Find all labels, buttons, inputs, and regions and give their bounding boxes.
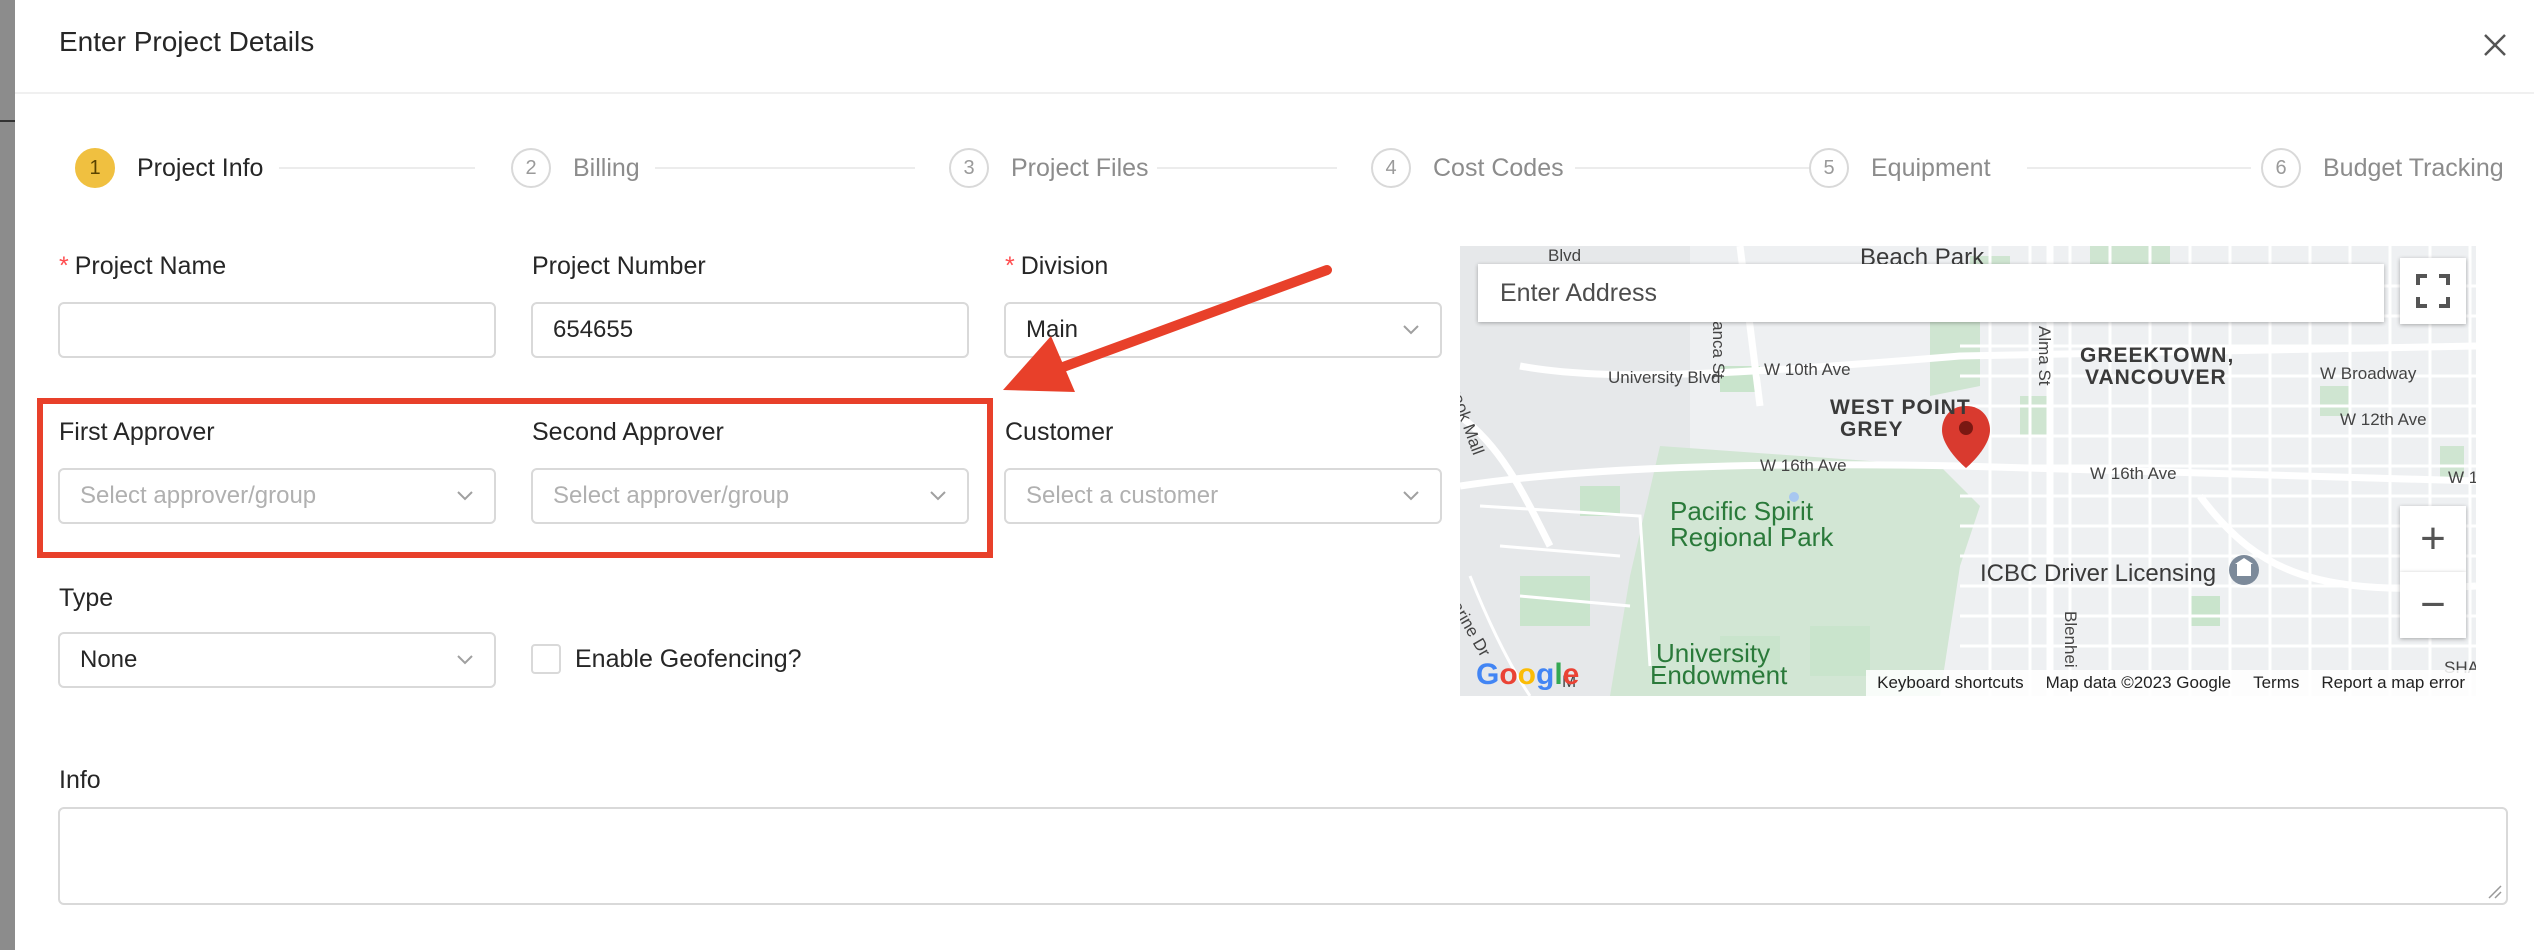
- customer-placeholder: Select a customer: [1026, 482, 1219, 509]
- step-label: Equipment: [1871, 153, 1991, 182]
- modal-title: Enter Project Details: [59, 26, 315, 57]
- report-map-error-link[interactable]: Report a map error: [2321, 673, 2465, 693]
- step-number: 3: [949, 148, 989, 188]
- project-name-label-text: Project Name: [74, 252, 227, 280]
- geofencing-checkbox[interactable]: [531, 644, 561, 674]
- map-footer: Keyboard shortcuts Map data ©2023 Google…: [1866, 670, 2476, 696]
- step-label: Billing: [573, 153, 640, 182]
- keyboard-shortcuts-link[interactable]: Keyboard shortcuts: [1877, 673, 2023, 693]
- step-budget-tracking[interactable]: 6 Budget Tracking: [2261, 146, 2504, 190]
- map-data-attribution: Map data ©2023 Google: [2045, 673, 2232, 692]
- step-number: 4: [1371, 148, 1411, 188]
- map-place-label: VANCOUVER: [2085, 366, 2227, 389]
- map-address-input[interactable]: Enter Address: [1478, 264, 2384, 322]
- type-label: Type: [59, 584, 114, 612]
- required-mark: *: [59, 252, 69, 280]
- step-equipment[interactable]: 5 Equipment: [1809, 146, 1991, 190]
- step-cost-codes[interactable]: 4 Cost Codes: [1371, 146, 1564, 190]
- modal-header: Enter Project Details: [15, 0, 2534, 94]
- map-street-label: W 16: [2448, 468, 2476, 487]
- zoom-in-icon: +: [2420, 514, 2446, 563]
- step-connector: [1157, 167, 1337, 169]
- map-street-label: W Broadway: [2320, 364, 2417, 383]
- geofencing-label[interactable]: Enable Geofencing?: [575, 645, 802, 674]
- map-place-label: Endowment: [1650, 660, 1788, 690]
- map-street-label: Alma St: [2035, 326, 2054, 386]
- map-address-placeholder: Enter Address: [1500, 278, 1658, 307]
- step-label: Cost Codes: [1433, 153, 1564, 182]
- map-place-label: ICBC Driver Licensing: [1980, 560, 2217, 587]
- map-place-label: Regional Park: [1670, 522, 1834, 552]
- map-place-label: GREEKTOWN,: [2080, 344, 2235, 367]
- resize-handle-icon[interactable]: [2486, 883, 2502, 899]
- zoom-out-button[interactable]: −: [2400, 572, 2466, 638]
- customer-label: Customer: [1005, 418, 1114, 446]
- google-logo: Google: [1476, 658, 1580, 691]
- project-name-label: * Project Name: [59, 252, 226, 281]
- fullscreen-button[interactable]: [2400, 258, 2466, 324]
- map-street-label: W 10th Ave: [1764, 360, 1851, 379]
- step-billing[interactable]: 2 Billing: [511, 146, 640, 190]
- map-place-label: GREY: [1840, 418, 1904, 441]
- map-place-label: WEST POINT: [1830, 396, 1971, 419]
- step-label: Budget Tracking: [2323, 153, 2504, 182]
- annotation-highlight-box: [37, 398, 993, 558]
- close-icon[interactable]: [2478, 28, 2512, 62]
- steps-bar: 1 Project Info 2 Billing 3 Project Files…: [59, 146, 2509, 190]
- type-select[interactable]: None: [58, 632, 496, 688]
- step-connector: [279, 167, 475, 169]
- project-details-modal: Enter Project Details 1 Project Info 2 B…: [15, 0, 2534, 950]
- zoom-out-icon: −: [2420, 580, 2446, 629]
- annotation-arrow-icon: [1003, 265, 1332, 392]
- step-number: 2: [511, 148, 551, 188]
- info-textarea[interactable]: [58, 807, 2508, 905]
- project-number-value: 654655: [553, 316, 634, 343]
- project-name-input[interactable]: [58, 302, 496, 358]
- customer-select[interactable]: Select a customer: [1004, 468, 1442, 524]
- chevron-down-icon: [1403, 325, 1419, 335]
- step-project-files[interactable]: 3 Project Files: [949, 146, 1149, 190]
- step-connector: [655, 167, 915, 169]
- map-street-label: University Blvd: [1608, 368, 1721, 387]
- fullscreen-icon: [2416, 274, 2450, 308]
- terms-link[interactable]: Terms: [2253, 673, 2299, 693]
- step-label: Project Info: [137, 153, 264, 182]
- map-widget[interactable]: Blvd Beach Park GREEKTOWN, VANCOUVER Uni…: [1460, 246, 2476, 696]
- chevron-down-icon: [1403, 491, 1419, 501]
- info-label: Info: [59, 766, 101, 794]
- step-number: 6: [2261, 148, 2301, 188]
- zoom-in-button[interactable]: +: [2400, 506, 2466, 572]
- project-number-label: Project Number: [532, 252, 706, 280]
- step-connector: [2027, 167, 2251, 169]
- step-connector: [1575, 167, 1825, 169]
- type-value: None: [80, 646, 138, 673]
- map-street-label: Blenhei: [2061, 611, 2080, 668]
- map-street-label: W 16th Ave: [2090, 464, 2177, 483]
- map-street-label: Blvd: [1548, 246, 1582, 265]
- step-label: Project Files: [1011, 153, 1149, 182]
- chevron-down-icon: [457, 655, 473, 665]
- step-project-info[interactable]: 1 Project Info: [75, 146, 263, 190]
- background-page-edge: [0, 0, 15, 950]
- step-number: 5: [1809, 148, 1849, 188]
- step-number: 1: [75, 148, 115, 188]
- map-street-label: W 16th Ave: [1760, 456, 1847, 475]
- project-number-input[interactable]: 654655: [531, 302, 969, 358]
- background-page-mark: [0, 120, 15, 122]
- map-street-label: W 12th Ave: [2340, 410, 2427, 429]
